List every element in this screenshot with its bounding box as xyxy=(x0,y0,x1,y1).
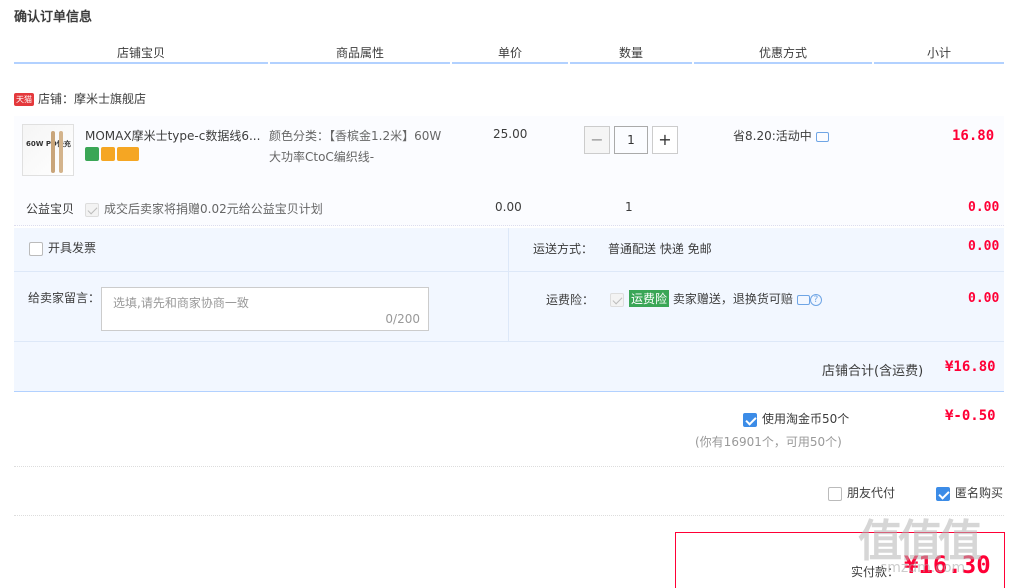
shipping-label: 运送方式： xyxy=(533,242,594,256)
divider xyxy=(14,341,1004,342)
coins-label: 使用淘金币50个 xyxy=(762,412,850,426)
cable-image xyxy=(51,131,55,173)
quantity-stepper: − 1 + xyxy=(584,126,680,154)
credit-card-icon[interactable] xyxy=(117,146,139,161)
message-placeholder: 选填,请先和商家协商一致 xyxy=(113,296,249,310)
shop-total-label: 店铺合计(含运费) xyxy=(822,364,924,379)
col-header-subtotal: 小计 xyxy=(926,46,951,60)
header-underline xyxy=(270,62,450,64)
charity-price: 0.00 xyxy=(495,200,522,214)
insurance-label: 运费险： xyxy=(546,293,595,307)
anonymous-label: 匿名购买 xyxy=(955,486,1004,500)
item-subtotal: 16.80 xyxy=(952,128,995,144)
product-badges xyxy=(85,146,141,161)
insurance-tag: 运费险 xyxy=(629,290,670,307)
insurance-checkbox xyxy=(610,292,624,307)
page-title: 确认订单信息 xyxy=(14,10,93,25)
header-underline xyxy=(874,62,1004,64)
watermark-site: smzdm.com xyxy=(880,560,966,576)
chat-icon[interactable] xyxy=(815,131,829,142)
discount-info: 省8.20:活动中 xyxy=(733,127,829,144)
header-underline xyxy=(452,62,568,64)
message-char-count: 0/200 xyxy=(385,312,420,326)
col-header-item: 店铺宝贝 xyxy=(116,46,165,60)
shop-total-amount: ¥16.80 xyxy=(945,359,996,375)
charity-qty: 1 xyxy=(625,200,633,214)
coins-row[interactable]: 使用淘金币50个 xyxy=(743,410,849,427)
shop-line: 天猫 店铺：摩米士旗舰店 xyxy=(14,90,146,107)
tmall-icon: 天猫 xyxy=(14,93,34,106)
help-icon[interactable]: ? xyxy=(809,293,822,306)
shipping-amount: 0.00 xyxy=(968,239,1000,254)
product-attr-line1: 颜色分类：【香槟金1.2米】60W xyxy=(269,129,442,143)
cable-image xyxy=(59,131,63,173)
seven-day-return-icon[interactable] xyxy=(85,146,99,161)
unit-price: 25.00 xyxy=(493,127,528,141)
friend-pay-label: 朋友代付 xyxy=(847,486,896,500)
chat-icon[interactable] xyxy=(796,294,810,305)
coins-note: (你有16901个，可用50个) xyxy=(695,435,842,449)
col-header-price: 单价 xyxy=(497,46,522,60)
invoice-label: 开具发票 xyxy=(48,241,97,255)
seller-message-input[interactable]: 选填,请先和商家协商一致 0/200 xyxy=(101,287,429,331)
invoice-checkbox[interactable] xyxy=(29,241,43,256)
invoice-row[interactable]: 开具发票 xyxy=(29,239,96,256)
anonymous-checkbox[interactable] xyxy=(936,486,950,501)
insurance-row: 运费险 卖家赠送，退换货可赔? xyxy=(610,290,822,307)
message-label: 给卖家留言： xyxy=(28,291,101,305)
guarantee-icon[interactable] xyxy=(101,146,115,161)
discount-text: 省8.20:活动中 xyxy=(733,129,812,143)
divider xyxy=(14,271,1004,272)
divider xyxy=(14,466,1004,467)
qty-minus-button[interactable]: − xyxy=(584,126,610,154)
shipping-value[interactable]: 普通配送 快递 免邮 xyxy=(608,240,712,257)
qty-plus-button[interactable]: + xyxy=(652,126,678,154)
friend-pay-checkbox[interactable] xyxy=(828,486,842,501)
product-name[interactable]: MOMAX摩米士type-c数据线6... xyxy=(85,127,265,144)
product-attr-line2: 大功率CtoC编织线- xyxy=(269,150,375,164)
col-header-qty: 数量 xyxy=(618,46,643,60)
thumb-text: 60W PD快充 xyxy=(26,140,71,148)
anonymous-row[interactable]: 匿名购买 xyxy=(936,484,1003,501)
charity-text: 成交后卖家将捐赠0.02元给公益宝贝计划 xyxy=(104,202,323,216)
charity-checkbox xyxy=(85,202,99,217)
coins-amount: ¥-0.50 xyxy=(945,408,996,424)
charity-row: 成交后卖家将捐赠0.02元给公益宝贝计划 xyxy=(85,200,323,217)
qty-input[interactable]: 1 xyxy=(614,126,648,154)
insurance-text: 卖家赠送，退换货可赔 xyxy=(672,292,793,306)
col-header-attr: 商品属性 xyxy=(335,46,384,60)
header-underline xyxy=(14,62,268,64)
insurance-amount: 0.00 xyxy=(968,291,1000,306)
friend-pay-row[interactable]: 朋友代付 xyxy=(828,484,895,501)
header-underline xyxy=(694,62,872,64)
product-thumbnail[interactable]: 60W PD快充 xyxy=(22,124,74,176)
coins-checkbox[interactable] xyxy=(743,412,757,427)
divider xyxy=(14,515,1004,516)
charity-label: 公益宝贝 xyxy=(26,202,75,216)
divider xyxy=(508,228,509,341)
charity-subtotal: 0.00 xyxy=(968,200,1000,215)
col-header-discount: 优惠方式 xyxy=(758,46,807,60)
header-underline xyxy=(570,62,692,64)
shop-name[interactable]: 店铺：摩米士旗舰店 xyxy=(38,92,146,106)
